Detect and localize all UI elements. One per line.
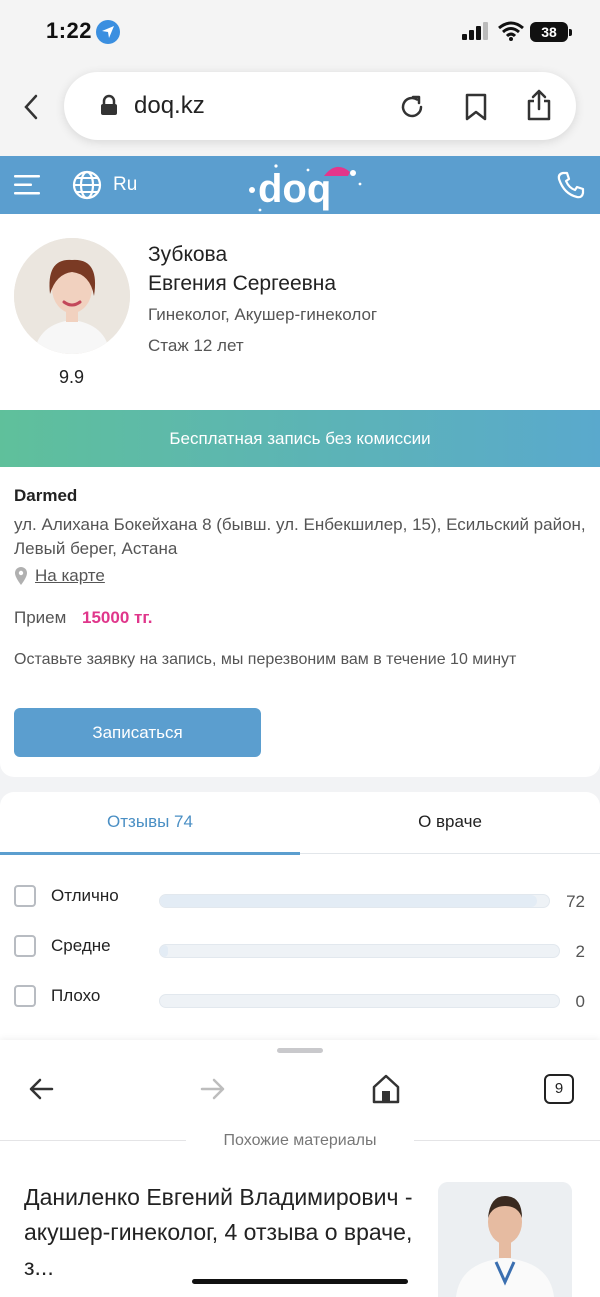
review-bar-bad xyxy=(159,994,560,1008)
checkbox-excellent[interactable] xyxy=(14,885,36,907)
doctor-rating: 9.9 xyxy=(59,367,85,387)
similar-materials-label: Похожие материалы xyxy=(223,1132,377,1149)
language-selector[interactable]: Ru xyxy=(113,174,137,196)
hamburger-menu-icon[interactable] xyxy=(14,174,42,201)
divider-left xyxy=(0,1140,186,1141)
doctor-experience: Стаж 12 лет xyxy=(148,336,244,355)
similar-article-title[interactable]: Даниленко Евгений Владимирович - акушер-… xyxy=(24,1180,424,1285)
review-label-average: Средне xyxy=(51,936,111,955)
nav-forward-arrow-icon[interactable] xyxy=(200,1076,226,1107)
doq-logo[interactable]: doq xyxy=(246,160,366,212)
active-tab-indicator xyxy=(0,852,300,855)
lock-icon xyxy=(100,94,118,121)
doctor-last-name: Зубкова xyxy=(148,243,228,266)
doctor-avatar[interactable] xyxy=(14,238,130,354)
phone-icon[interactable] xyxy=(556,170,586,205)
wifi-icon xyxy=(498,21,524,46)
url-text[interactable]: doq.kz xyxy=(134,92,205,120)
doctor-specialty: Гинеколог, Акушер-гинеколог xyxy=(148,305,378,324)
tabs-count-button[interactable]: 9 xyxy=(544,1074,574,1104)
cellular-signal-icon xyxy=(462,22,490,45)
review-bar-average xyxy=(159,944,560,958)
review-label-bad: Плохо xyxy=(51,986,101,1005)
checkbox-average[interactable] xyxy=(14,935,36,957)
review-label-excellent: Отлично xyxy=(51,886,119,905)
clinic-address: ул. Алихана Бокейхана 8 (бывш. ул. Енбек… xyxy=(14,515,586,558)
share-icon[interactable] xyxy=(526,89,552,126)
tab-divider xyxy=(300,853,600,854)
price-value: 15000 тг. xyxy=(82,608,153,627)
divider-right xyxy=(414,1140,600,1141)
battery-cap xyxy=(569,29,572,36)
review-count-excellent: 72 xyxy=(566,892,585,911)
tab-about-doctor[interactable]: О враче xyxy=(300,812,600,832)
map-pin-icon xyxy=(14,566,28,591)
browser-back-icon[interactable] xyxy=(20,92,44,122)
clinic-name[interactable]: Darmed xyxy=(14,486,77,506)
checkbox-bad[interactable] xyxy=(14,985,36,1007)
free-booking-banner: Бесплатная запись без комиссии xyxy=(0,410,600,467)
price-label: Прием xyxy=(14,608,67,627)
bookmark-icon[interactable] xyxy=(464,93,488,126)
map-link[interactable]: На карте xyxy=(35,566,105,586)
review-count-bad: 0 xyxy=(575,992,585,1011)
review-bar-fill xyxy=(160,895,538,907)
home-icon[interactable] xyxy=(372,1074,400,1109)
doctor-first-names: Евгения Сергеевна xyxy=(148,272,337,295)
callback-note: Оставьте заявку на запись, мы перезвоним… xyxy=(14,651,517,668)
globe-icon[interactable] xyxy=(72,170,102,205)
similar-article-thumbnail[interactable] xyxy=(438,1182,572,1297)
status-time: 1:22 xyxy=(46,18,93,43)
review-bar-excellent xyxy=(159,894,550,908)
sheet-grabber[interactable] xyxy=(277,1048,323,1053)
doctor-name: Зубкова Евгения Сергеевна xyxy=(148,240,336,298)
nav-back-arrow-icon[interactable] xyxy=(28,1076,54,1107)
review-bar-fill xyxy=(160,945,168,957)
location-arrow-icon xyxy=(96,20,120,44)
tab-reviews[interactable]: Отзывы 74 xyxy=(0,812,300,832)
battery-indicator: 38 xyxy=(530,22,568,42)
reload-icon[interactable] xyxy=(398,93,426,126)
home-indicator xyxy=(192,1279,408,1284)
logo-text: doq xyxy=(258,167,331,211)
review-count-average: 2 xyxy=(575,942,585,961)
book-appointment-button[interactable]: Записаться xyxy=(14,708,261,757)
